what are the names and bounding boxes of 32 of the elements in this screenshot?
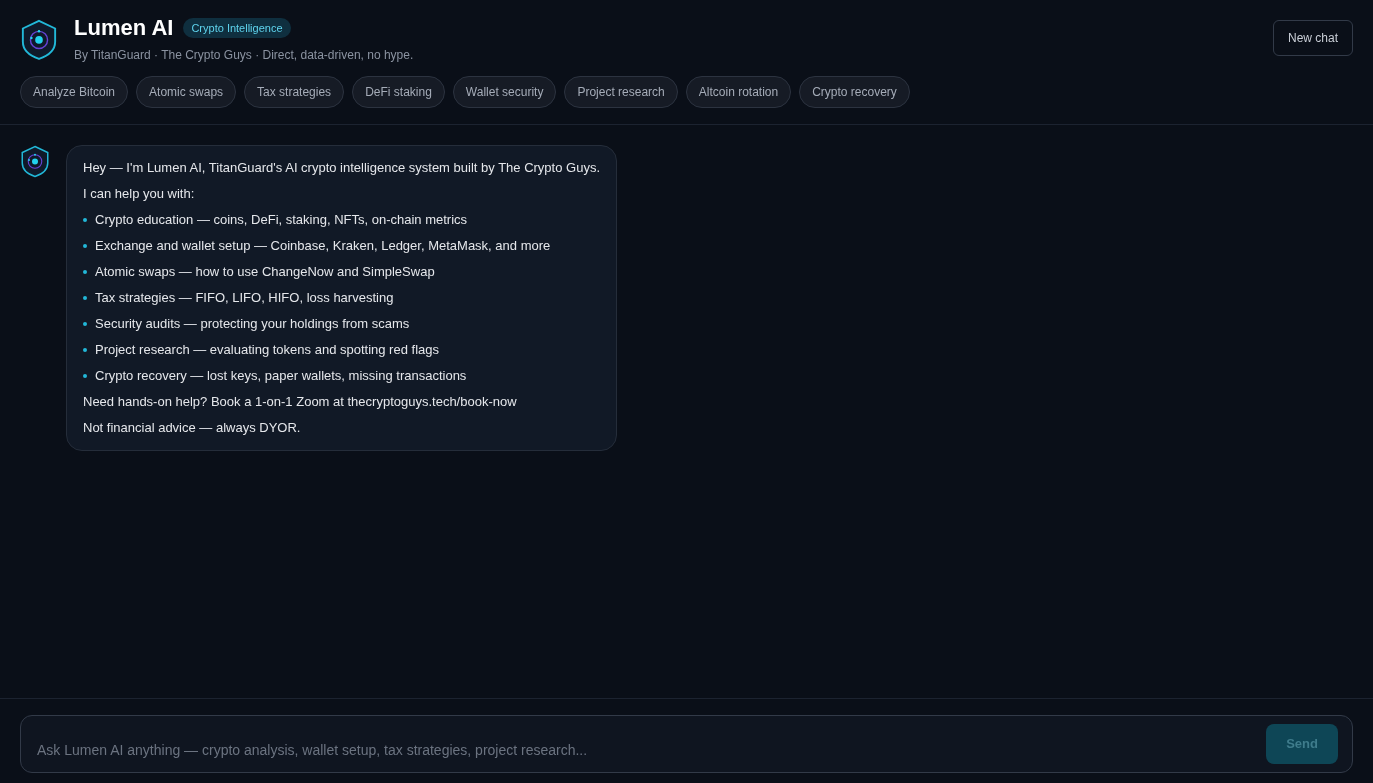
- message-text: Need hands-on help? Book a 1-on-1 Zoom at thecryptoguys.tech/book-now: [83, 393, 518, 411]
- suggestion-chip[interactable]: Atomic swaps: [136, 76, 237, 108]
- list-item: Tax strategies — FIFO, LIFO, HIFO, loss harvesting: [95, 289, 394, 307]
- message-text: Hey — I'm Lumen AI, TitanGuard's AI crypto intelligence system built by The Crypto Guys.: [83, 159, 600, 177]
- list-item: Atomic swaps — how to use ChangeNow and SimpleSwap: [95, 263, 435, 281]
- list-item: Security audits — protecting your holdings from scams: [95, 315, 410, 333]
- new-chat-button[interactable]: New chat: [1272, 20, 1353, 56]
- bullet-icon: [83, 244, 87, 248]
- app-subtitle: By TitanGuard · The Crypto Guys · Direct, data-driven, no hype.: [74, 47, 414, 64]
- suggestion-chip[interactable]: Crypto recovery: [799, 76, 910, 108]
- bullet-icon: [83, 374, 87, 378]
- list-item: Crypto recovery — lost keys, paper wallets, missing transactions: [95, 367, 467, 385]
- message-text: Not financial advice — always DYOR.: [83, 419, 302, 437]
- list-item: Project research — evaluating tokens and spotting red flags: [95, 341, 439, 359]
- bullet-icon: [83, 348, 87, 352]
- suggestion-chip[interactable]: Tax strategies: [244, 76, 345, 108]
- suggestion-chip[interactable]: DeFi staking: [352, 76, 445, 108]
- bullet-icon: [83, 270, 87, 274]
- suggestion-chip[interactable]: Wallet security: [452, 76, 557, 108]
- suggestion-chip[interactable]: Analyze Bitcoin: [20, 76, 129, 108]
- category-badge: Crypto Intelligence: [183, 17, 291, 39]
- bullet-icon: [83, 218, 87, 222]
- app-title: Lumen AI: [74, 16, 174, 40]
- bullet-icon: [83, 322, 87, 326]
- list-item: Crypto education — coins, DeFi, staking, NFTs, on-chain metrics: [95, 211, 468, 229]
- assistant-avatar-icon: [20, 145, 50, 178]
- suggestion-chip[interactable]: Project research: [564, 76, 678, 108]
- shield-logo-icon: [20, 19, 58, 61]
- bullet-icon: [83, 296, 87, 300]
- suggestion-chip[interactable]: Altcoin rotation: [685, 76, 792, 108]
- message-text: I can help you with:: [83, 185, 196, 203]
- list-item: Exchange and wallet setup — Coinbase, Kraken, Ledger, MetaMask, and more: [95, 237, 551, 255]
